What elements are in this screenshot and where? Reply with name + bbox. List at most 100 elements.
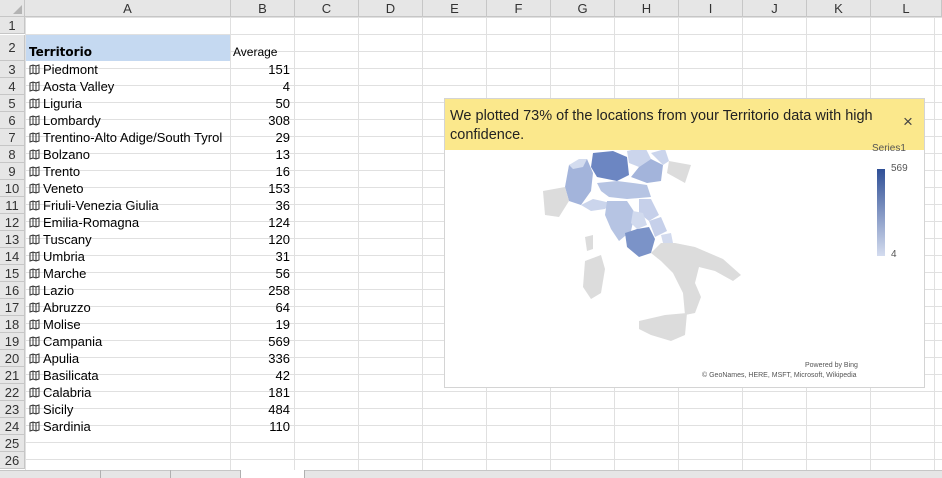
territory-cell[interactable]: Veneto xyxy=(29,180,84,197)
sheet-tab-active[interactable] xyxy=(240,470,305,478)
territory-cell[interactable]: Lazio xyxy=(29,282,74,299)
map-icon[interactable] xyxy=(29,64,40,75)
map-icon[interactable] xyxy=(29,166,40,177)
territory-cell[interactable]: Marche xyxy=(29,265,86,282)
row-header[interactable]: 24 xyxy=(0,418,25,435)
average-cell[interactable]: 336 xyxy=(231,350,290,367)
average-cell[interactable]: 36 xyxy=(231,197,290,214)
map-icon[interactable] xyxy=(29,81,40,92)
average-cell[interactable]: 4 xyxy=(231,78,290,95)
row-header[interactable]: 2 xyxy=(0,35,25,61)
column-header-h[interactable]: H xyxy=(615,0,679,17)
column-header-k[interactable]: K xyxy=(807,0,871,17)
average-cell[interactable]: 56 xyxy=(231,265,290,282)
average-cell[interactable]: 151 xyxy=(231,61,290,78)
row-header[interactable]: 14 xyxy=(0,248,25,265)
territory-cell[interactable]: Basilicata xyxy=(29,367,99,384)
territory-cell[interactable]: Campania xyxy=(29,333,102,350)
territory-cell[interactable]: Tuscany xyxy=(29,231,92,248)
average-cell[interactable]: 124 xyxy=(231,214,290,231)
row-header[interactable]: 23 xyxy=(0,401,25,418)
map-icon[interactable] xyxy=(29,404,40,415)
average-cell[interactable]: 29 xyxy=(231,129,290,146)
row-header[interactable]: 20 xyxy=(0,350,25,367)
row-header[interactable]: 12 xyxy=(0,214,25,231)
map-icon[interactable] xyxy=(29,285,40,296)
row-header[interactable]: 17 xyxy=(0,299,25,316)
territory-cell[interactable]: Lombardy xyxy=(29,112,101,129)
map-icon[interactable] xyxy=(29,302,40,313)
average-cell[interactable]: 569 xyxy=(231,333,290,350)
select-all-corner[interactable] xyxy=(0,0,25,17)
row-header[interactable]: 21 xyxy=(0,367,25,384)
row-header[interactable]: 11 xyxy=(0,197,25,214)
average-cell[interactable]: 64 xyxy=(231,299,290,316)
row-header[interactable]: 1 xyxy=(0,17,25,34)
close-icon[interactable]: × xyxy=(900,113,916,130)
territory-cell[interactable]: Apulia xyxy=(29,350,79,367)
map-icon[interactable] xyxy=(29,183,40,194)
map-icon[interactable] xyxy=(29,268,40,279)
map-icon[interactable] xyxy=(29,115,40,126)
row-header[interactable]: 9 xyxy=(0,163,25,180)
row-header[interactable]: 16 xyxy=(0,282,25,299)
row-header[interactable]: 26 xyxy=(0,452,25,469)
row-header[interactable]: 5 xyxy=(0,95,25,112)
average-cell[interactable]: 31 xyxy=(231,248,290,265)
row-header[interactable]: 13 xyxy=(0,231,25,248)
column-header-e[interactable]: E xyxy=(423,0,487,17)
average-cell[interactable]: 42 xyxy=(231,367,290,384)
column-header-i[interactable]: I xyxy=(679,0,743,17)
average-cell[interactable]: 16 xyxy=(231,163,290,180)
row-header[interactable]: 7 xyxy=(0,129,25,146)
column-header-f[interactable]: F xyxy=(487,0,551,17)
territory-cell[interactable]: Bolzano xyxy=(29,146,90,163)
average-cell[interactable]: 50 xyxy=(231,95,290,112)
territory-cell[interactable]: Piedmont xyxy=(29,61,98,78)
territory-cell[interactable]: Sicily xyxy=(29,401,73,418)
territory-cell[interactable]: Calabria xyxy=(29,384,91,401)
row-header[interactable]: 4 xyxy=(0,78,25,95)
map-icon[interactable] xyxy=(29,149,40,160)
average-cell[interactable]: 110 xyxy=(231,418,290,435)
column-header-j[interactable]: J xyxy=(743,0,807,17)
territory-cell[interactable]: Sardinia xyxy=(29,418,91,435)
map-icon[interactable] xyxy=(29,370,40,381)
territory-cell[interactable]: Liguria xyxy=(29,95,82,112)
map-chart[interactable]: We plotted 73% of the locations from you… xyxy=(444,98,925,388)
territory-cell[interactable]: Molise xyxy=(29,316,81,333)
territory-cell[interactable]: Friuli-Venezia Giulia xyxy=(29,197,159,214)
row-header[interactable]: 6 xyxy=(0,112,25,129)
row-header[interactable]: 25 xyxy=(0,435,25,452)
average-cell[interactable]: 258 xyxy=(231,282,290,299)
territory-cell[interactable]: Umbria xyxy=(29,248,85,265)
row-header[interactable]: 22 xyxy=(0,384,25,401)
average-cell[interactable]: 308 xyxy=(231,112,290,129)
territory-cell[interactable]: Abruzzo xyxy=(29,299,91,316)
map-icon[interactable] xyxy=(29,336,40,347)
map-icon[interactable] xyxy=(29,353,40,364)
column-header-c[interactable]: C xyxy=(295,0,359,17)
map-icon[interactable] xyxy=(29,319,40,330)
territory-cell[interactable]: Trentino-Alto Adige/South Tyrol xyxy=(29,129,222,146)
column-header-l[interactable]: L xyxy=(871,0,942,17)
map-icon[interactable] xyxy=(29,387,40,398)
row-header[interactable]: 15 xyxy=(0,265,25,282)
column-header-a[interactable]: A xyxy=(25,0,231,17)
map-icon[interactable] xyxy=(29,234,40,245)
average-cell[interactable]: 13 xyxy=(231,146,290,163)
row-header[interactable]: 10 xyxy=(0,180,25,197)
map-icon[interactable] xyxy=(29,421,40,432)
average-cell[interactable]: 153 xyxy=(231,180,290,197)
row-header[interactable]: 3 xyxy=(0,61,25,78)
map-icon[interactable] xyxy=(29,217,40,228)
row-header[interactable]: 8 xyxy=(0,146,25,163)
map-icon[interactable] xyxy=(29,200,40,211)
territory-cell[interactable]: Aosta Valley xyxy=(29,78,114,95)
map-icon[interactable] xyxy=(29,251,40,262)
column-header-b[interactable]: B xyxy=(231,0,295,17)
row-header[interactable]: 19 xyxy=(0,333,25,350)
column-header-g[interactable]: G xyxy=(551,0,615,17)
map-icon[interactable] xyxy=(29,98,40,109)
average-cell[interactable]: 19 xyxy=(231,316,290,333)
